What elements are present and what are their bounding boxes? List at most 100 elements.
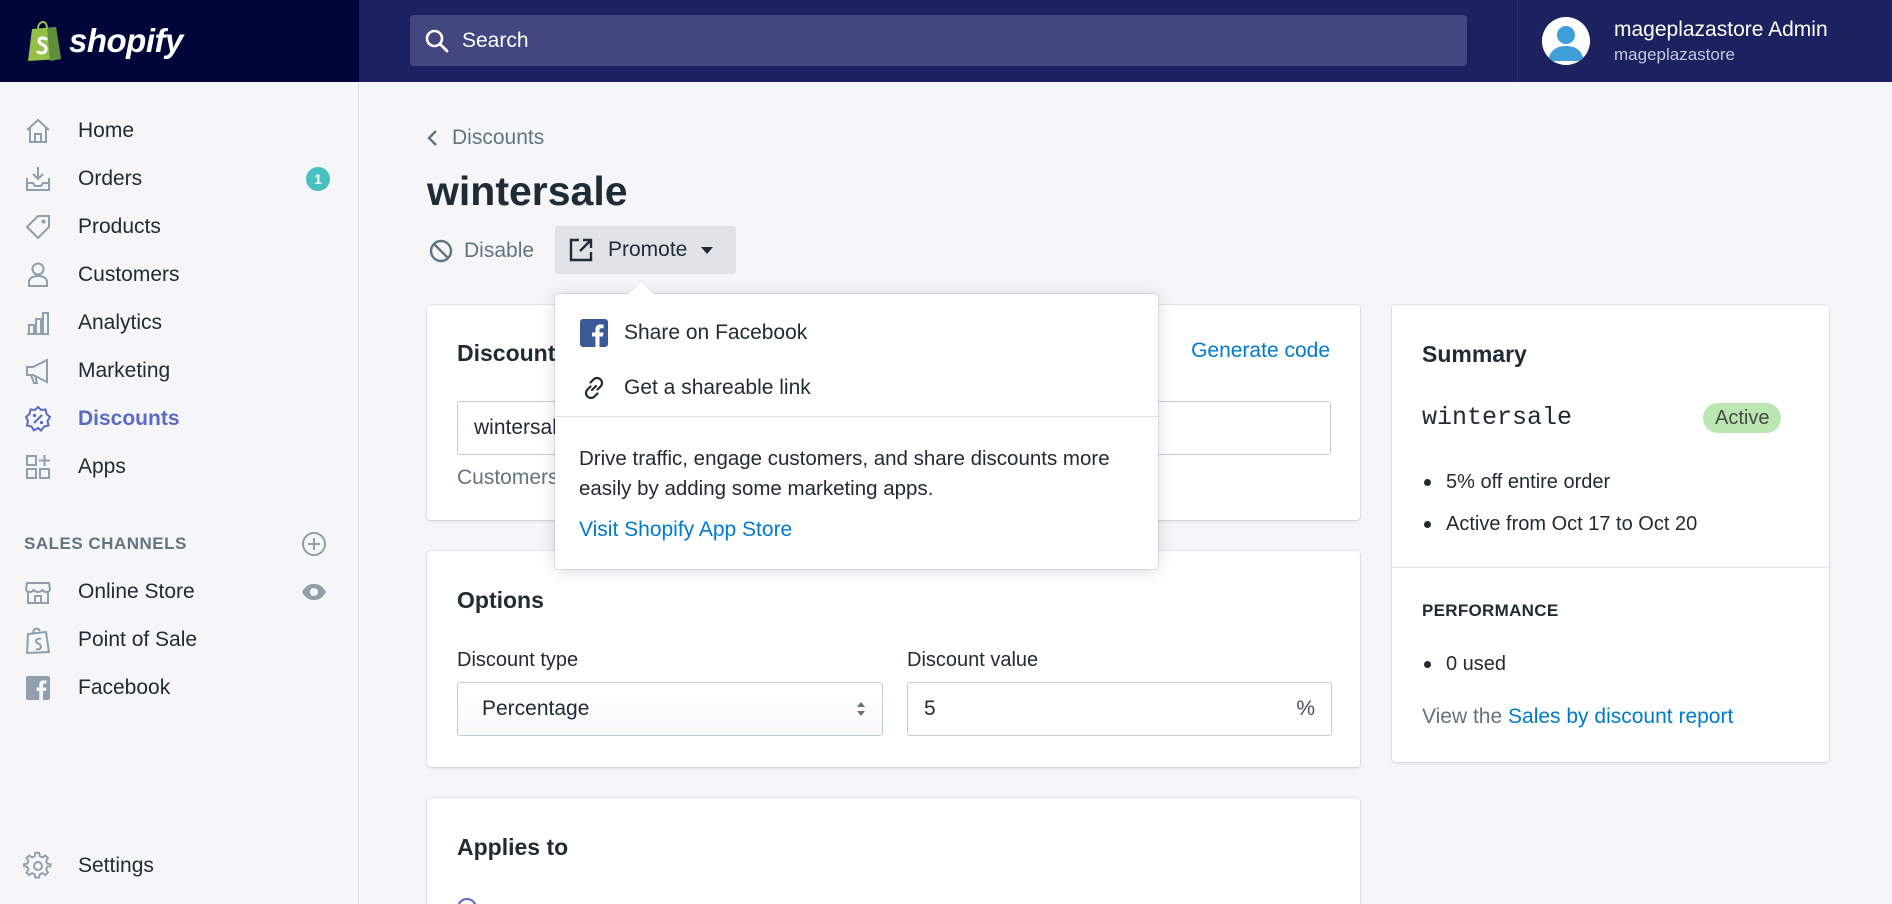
summary-bullet: Active from Oct 17 to Oct 20 [1422, 503, 1697, 545]
account-name: mageplazastore Admin [1614, 17, 1828, 41]
discount-type-select[interactable]: Percentage [457, 682, 883, 736]
performance-details: 0 used [1422, 643, 1506, 685]
summary-details: 5% off entire order Active from Oct 17 t… [1422, 461, 1697, 545]
sidebar-item-discounts[interactable]: Discounts [0, 395, 358, 443]
caret-down-icon [701, 246, 714, 254]
account-menu[interactable]: mageplazastore Admin mageplazastore [1517, 0, 1892, 82]
sidebar-item-point-of-sale[interactable]: Point of Sale [0, 616, 358, 664]
sidebar-item-orders[interactable]: Orders 1 [0, 155, 358, 203]
eye-icon[interactable] [300, 578, 328, 606]
sidebar-item-products[interactable]: Products [0, 203, 358, 251]
sales-channels-heading: SALES CHANNELS [24, 534, 187, 553]
apps-icon [22, 451, 54, 483]
discount-code-help: Customers [457, 466, 559, 489]
sidebar-item-label: Products [78, 215, 161, 238]
avatar [1542, 17, 1590, 65]
home-icon [22, 115, 54, 147]
sidebar-item-marketing[interactable]: Marketing [0, 347, 358, 395]
promote-button[interactable]: Promote [555, 226, 736, 274]
shopify-logo[interactable]: shopify [0, 0, 359, 82]
share-link-item[interactable]: Get a shareable link [579, 373, 811, 403]
share-link-label: Get a shareable link [624, 376, 811, 399]
shopify-bag-icon [28, 20, 61, 61]
share-facebook-label: Share on Facebook [624, 321, 808, 344]
bar-chart-icon [22, 307, 54, 339]
promote-label: Promote [608, 238, 688, 261]
gear-icon [22, 850, 54, 882]
popover-tip [628, 281, 654, 307]
user-avatar-icon [1542, 17, 1590, 65]
sidebar-item-label: Orders [78, 167, 143, 190]
sales-report-link[interactable]: Sales by discount report [1508, 705, 1733, 728]
disable-button[interactable]: Disable [428, 238, 534, 264]
summary-code: wintersale [1422, 403, 1573, 432]
sidebar-item-home[interactable]: Home [0, 107, 358, 155]
select-arrows-icon [857, 702, 865, 716]
orders-icon [22, 163, 54, 195]
options-card: Options Discount type Percentage Discoun… [427, 551, 1360, 767]
add-channel-icon[interactable] [300, 530, 328, 558]
applies-to-title: Applies to [457, 834, 569, 860]
sidebar-item-label: Discounts [78, 407, 180, 430]
facebook-icon [22, 672, 54, 704]
summary-divider [1392, 567, 1829, 568]
page-title: wintersale [427, 168, 628, 214]
orders-badge: 1 [306, 167, 330, 191]
search-input[interactable] [462, 28, 1362, 53]
percent-suffix: % [1296, 697, 1315, 720]
discount-value-input[interactable]: 5 % [907, 682, 1332, 736]
discount-type-label: Discount type [457, 649, 579, 671]
sidebar-item-customers[interactable]: Customers [0, 251, 358, 299]
discount-type-value: Percentage [482, 697, 590, 720]
top-bar: shopify mageplazastore Admin mageplazast… [0, 0, 1892, 82]
sidebar: Home Orders 1 Products Customers Analyti… [0, 82, 359, 904]
report-line: View the Sales by discount report [1422, 705, 1733, 729]
sidebar-item-apps[interactable]: Apps [0, 443, 358, 491]
megaphone-icon [22, 355, 54, 387]
summary-card: Summary wintersale Active 5% off entire … [1392, 305, 1829, 762]
sidebar-item-label: Settings [78, 854, 154, 877]
tag-icon [22, 211, 54, 243]
search-bar[interactable] [410, 15, 1467, 66]
sidebar-item-analytics[interactable]: Analytics [0, 299, 358, 347]
popover-divider [555, 416, 1158, 417]
chevron-left-icon [427, 130, 437, 146]
share-facebook-item[interactable]: Share on Facebook [579, 318, 807, 348]
brand-name: shopify [69, 22, 183, 59]
status-badge: Active [1703, 403, 1782, 433]
search-icon [425, 29, 449, 52]
disable-label: Disable [464, 239, 535, 262]
sidebar-item-label: Apps [78, 455, 126, 478]
sidebar-item-label: Point of Sale [78, 628, 198, 651]
applies-radio[interactable] [457, 898, 477, 904]
sidebar-item-label: Customers [78, 263, 180, 286]
performance-bullet: 0 used [1422, 643, 1506, 685]
breadcrumb[interactable]: Discounts [424, 126, 544, 150]
discount-value-label: Discount value [907, 649, 1039, 671]
store-icon [22, 576, 54, 608]
sidebar-item-label: Facebook [78, 676, 171, 699]
sidebar-item-online-store[interactable]: Online Store [0, 568, 358, 616]
visit-app-store-link[interactable]: Visit Shopify App Store [579, 518, 792, 542]
options-title: Options [457, 587, 544, 613]
sidebar-item-settings[interactable]: Settings [0, 842, 358, 890]
performance-heading: PERFORMANCE [1422, 601, 1559, 620]
discount-value: 5 [924, 697, 936, 720]
summary-bullet: 5% off entire order [1422, 461, 1697, 503]
sidebar-item-label: Marketing [78, 359, 171, 382]
external-link-icon [569, 238, 593, 262]
sidebar-item-label: Analytics [78, 311, 163, 334]
discount-icon [22, 403, 54, 435]
summary-title: Summary [1422, 341, 1527, 367]
popover-description: Drive traffic, engage customers, and sha… [579, 447, 1110, 500]
sidebar-item-facebook[interactable]: Facebook [0, 664, 358, 712]
report-prefix: View the [1422, 705, 1503, 728]
generate-code-link[interactable]: Generate code [1191, 339, 1330, 363]
sidebar-item-label: Online Store [78, 580, 195, 603]
person-icon [22, 259, 54, 291]
breadcrumb-label: Discounts [452, 126, 545, 149]
disable-icon [429, 239, 453, 263]
pos-bag-icon [22, 624, 54, 656]
account-store: mageplazastore [1614, 44, 1735, 64]
applies-to-card: Applies to [427, 798, 1360, 904]
